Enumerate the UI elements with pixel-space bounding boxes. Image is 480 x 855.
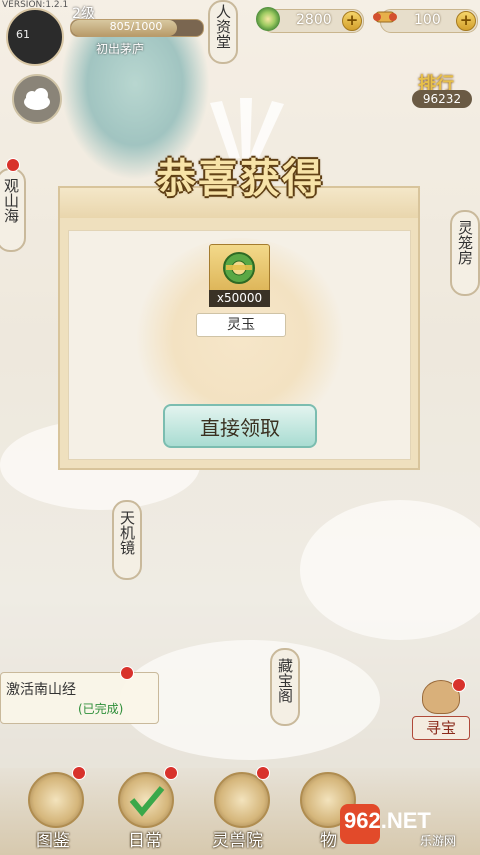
side-tab-tianjijing[interactable]: 天机镜: [112, 500, 142, 580]
treasure-label: 寻宝: [412, 716, 470, 740]
reward-item-name: 灵玉: [196, 313, 286, 337]
notification-dot: [120, 666, 134, 680]
watermark-logo: 962.NET 乐游网: [340, 800, 475, 850]
nav-tujian-icon[interactable]: [28, 772, 84, 828]
nav-lingshouyuan-icon[interactable]: [214, 772, 270, 828]
add-tickets-button[interactable]: +: [456, 11, 476, 31]
claim-button[interactable]: 直接领取: [163, 404, 317, 448]
nav-tujian-label[interactable]: 图鉴: [36, 826, 70, 851]
cloud-icon: [24, 88, 50, 110]
reward-item-quantity: x50000: [209, 290, 270, 307]
side-tab-linglongfang[interactable]: 灵笼房: [450, 210, 480, 296]
notification-dot: [452, 678, 466, 692]
player-name: 61: [16, 28, 30, 41]
coin-value: 2800: [296, 12, 332, 28]
notification-dot: [256, 766, 270, 780]
notification-dot: [72, 766, 86, 780]
nav-daily-label[interactable]: 日常: [128, 826, 162, 851]
player-rank-title: 初出茅庐: [96, 42, 145, 56]
scroll-ticket-icon: [372, 4, 398, 30]
nav-items-label[interactable]: 物: [320, 826, 337, 851]
reward-title: 恭喜获得: [156, 155, 324, 202]
quest-title: 激活南山经: [6, 682, 76, 698]
watermark-text: 962.NET: [344, 808, 431, 833]
settings-cloud-button[interactable]: [12, 74, 62, 124]
exp-text: 805/1000: [109, 20, 163, 33]
notification-dot: [164, 766, 178, 780]
ticket-value: 100: [414, 12, 441, 28]
ranking-button[interactable]: 排行 96232: [412, 70, 472, 110]
side-tab-renzitang[interactable]: 人资堂: [208, 0, 238, 64]
side-tab-label: 人资堂: [214, 4, 232, 49]
ranking-value: 96232: [412, 90, 472, 108]
checkmark-icon: [129, 786, 165, 817]
jade-coin-icon: [256, 7, 280, 31]
nav-lingshouyuan-label[interactable]: 灵兽院: [212, 826, 263, 851]
avatar[interactable]: 61: [6, 8, 64, 66]
watermark-subtext: 乐游网: [420, 834, 457, 848]
side-tab-label: 灵笼房: [456, 220, 474, 265]
add-coins-button[interactable]: +: [342, 11, 362, 31]
jade-icon: [223, 252, 255, 284]
quest-status: (已完成): [78, 702, 124, 716]
side-tab-cangbaoge[interactable]: 藏宝阁: [270, 648, 300, 726]
side-tab-label: 藏宝阁: [276, 658, 294, 703]
side-tab-label: 天机镜: [118, 510, 136, 555]
nav-daily-icon[interactable]: [118, 772, 174, 828]
